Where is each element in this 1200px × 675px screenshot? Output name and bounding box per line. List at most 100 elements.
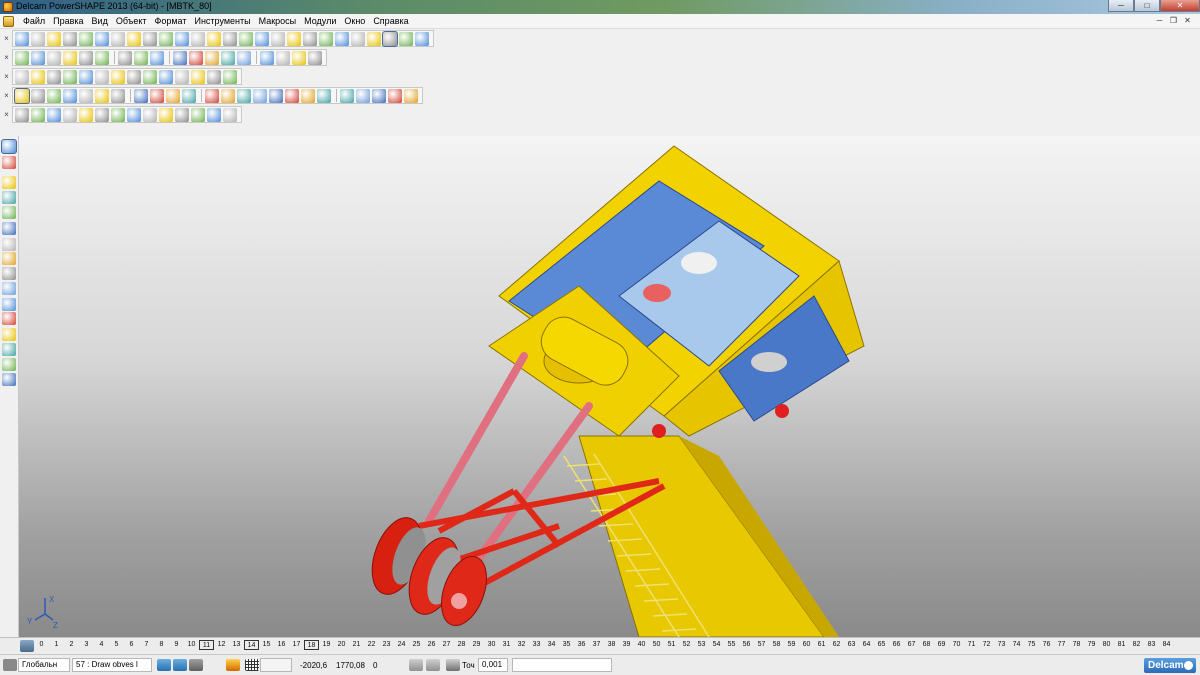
left-toolbar-button-icon[interactable]: [2, 156, 16, 169]
toolbar-button-icon[interactable]: [47, 50, 61, 65]
toolbar-close-icon[interactable]: ×: [2, 110, 11, 119]
toolbar-button-icon[interactable]: [159, 31, 173, 46]
level-number[interactable]: 56: [739, 641, 754, 650]
view2-icon[interactable]: [173, 659, 187, 671]
menu-item[interactable]: Объект: [112, 16, 151, 26]
level-number[interactable]: 69: [934, 641, 949, 650]
level-select[interactable]: 57 : Draw obves l: [72, 658, 152, 672]
toolbar-button-icon[interactable]: [191, 31, 205, 46]
toolbar-button-icon[interactable]: [14, 87, 30, 104]
toolbar-button-icon[interactable]: [205, 88, 219, 103]
toolbar-button-icon[interactable]: [287, 31, 301, 46]
toolbar-button-icon[interactable]: [159, 69, 173, 84]
level-number[interactable]: 15: [259, 641, 274, 650]
level-number[interactable]: 7: [139, 641, 154, 650]
toolbar-button-icon[interactable]: [63, 107, 77, 122]
menu-item[interactable]: Вид: [88, 16, 112, 26]
toolbar-button-icon[interactable]: [191, 107, 205, 122]
levels-icon[interactable]: [20, 640, 34, 652]
toolbar-button-icon[interactable]: [269, 88, 283, 103]
toolbar-button-icon[interactable]: [95, 50, 109, 65]
level-number[interactable]: 79: [1084, 641, 1099, 650]
left-toolbar-button-icon[interactable]: [2, 238, 16, 251]
graphics-viewport[interactable]: X Y Z: [19, 136, 1200, 637]
left-toolbar-button-icon[interactable]: [2, 191, 16, 204]
level-number[interactable]: 64: [859, 641, 874, 650]
toolbar-button-icon[interactable]: [276, 50, 290, 65]
toolbar-close-icon[interactable]: ×: [2, 53, 11, 62]
level-number[interactable]: 12: [214, 641, 229, 650]
toolbar-button-icon[interactable]: [285, 88, 299, 103]
level-number[interactable]: 1: [49, 641, 64, 650]
menu-item[interactable]: Файл: [19, 16, 49, 26]
toolbar-button-icon[interactable]: [292, 50, 306, 65]
toolbar-button-icon[interactable]: [207, 31, 221, 46]
toolbar-button-icon[interactable]: [415, 31, 429, 46]
level-number[interactable]: 71: [964, 641, 979, 650]
level-number[interactable]: 28: [454, 641, 469, 650]
left-toolbar-button-icon[interactable]: [2, 282, 16, 295]
doc-close-button[interactable]: ✕: [1182, 16, 1193, 26]
level-number[interactable]: 63: [844, 641, 859, 650]
level-number[interactable]: 16: [274, 641, 289, 650]
toolbar-button-icon[interactable]: [159, 107, 173, 122]
toolbar-button-icon[interactable]: [127, 107, 141, 122]
toolbar-button-icon[interactable]: [303, 31, 317, 46]
toolbar-close-icon[interactable]: ×: [2, 34, 11, 43]
left-toolbar-button-icon[interactable]: [2, 358, 16, 371]
level-number[interactable]: 2: [64, 641, 79, 650]
toolbar-button-icon[interactable]: [143, 107, 157, 122]
left-toolbar-button-icon[interactable]: [1, 139, 17, 154]
toolbar-button-icon[interactable]: [255, 31, 269, 46]
level-number[interactable]: 72: [979, 641, 994, 650]
level-number[interactable]: 61: [814, 641, 829, 650]
toolbar-close-icon[interactable]: ×: [2, 72, 11, 81]
level-number[interactable]: 67: [904, 641, 919, 650]
level-number[interactable]: 20: [334, 641, 349, 650]
toolbar-button-icon[interactable]: [79, 107, 93, 122]
grid-icon[interactable]: [245, 659, 259, 671]
level-number[interactable]: 68: [919, 641, 934, 650]
menu-item[interactable]: Макросы: [255, 16, 301, 26]
toolbar-button-icon[interactable]: [63, 88, 77, 103]
toolbar-button-icon[interactable]: [182, 88, 196, 103]
left-toolbar-button-icon[interactable]: [2, 252, 16, 265]
toolbar-button-icon[interactable]: [207, 69, 221, 84]
input-mode-icon[interactable]: [409, 659, 423, 671]
left-toolbar-button-icon[interactable]: [2, 328, 16, 341]
toolbar-button-icon[interactable]: [150, 88, 164, 103]
toolbar-button-icon[interactable]: [191, 69, 205, 84]
toolbar-button-icon[interactable]: [15, 31, 29, 46]
level-number[interactable]: 3: [79, 641, 94, 650]
level-number[interactable]: 60: [799, 641, 814, 650]
toolbar-button-icon[interactable]: [134, 88, 148, 103]
toolbar-button-icon[interactable]: [95, 69, 109, 84]
toolbar-button-icon[interactable]: [111, 107, 125, 122]
maximize-button[interactable]: □: [1134, 0, 1160, 12]
level-number[interactable]: 33: [529, 641, 544, 650]
document-icon[interactable]: [3, 16, 14, 27]
toolbar-button-icon[interactable]: [351, 31, 365, 46]
level-number[interactable]: 81: [1114, 641, 1129, 650]
level-number[interactable]: 21: [349, 641, 364, 650]
toolbar-button-icon[interactable]: [223, 107, 237, 122]
toolbar-button-icon[interactable]: [319, 31, 333, 46]
level-number[interactable]: 19: [319, 641, 334, 650]
level-number[interactable]: 53: [694, 641, 709, 650]
toolbar-button-icon[interactable]: [237, 50, 251, 65]
toolbar-button-icon[interactable]: [111, 69, 125, 84]
menu-item[interactable]: Правка: [49, 16, 87, 26]
level-number[interactable]: 83: [1144, 641, 1159, 650]
level-number[interactable]: 77: [1054, 641, 1069, 650]
menu-item[interactable]: Справка: [369, 16, 412, 26]
toolbar-button-icon[interactable]: [15, 50, 29, 65]
toolbar-button-icon[interactable]: [127, 31, 141, 46]
level-number[interactable]: 54: [709, 641, 724, 650]
toolbar-button-icon[interactable]: [63, 50, 77, 65]
toolbar-button-icon[interactable]: [237, 88, 251, 103]
tolerance-field[interactable]: 0,001: [478, 658, 508, 672]
level-number[interactable]: 35: [559, 641, 574, 650]
toolbar-button-icon[interactable]: [399, 31, 413, 46]
level-number[interactable]: 4: [94, 641, 109, 650]
level-number[interactable]: 74: [1009, 641, 1024, 650]
